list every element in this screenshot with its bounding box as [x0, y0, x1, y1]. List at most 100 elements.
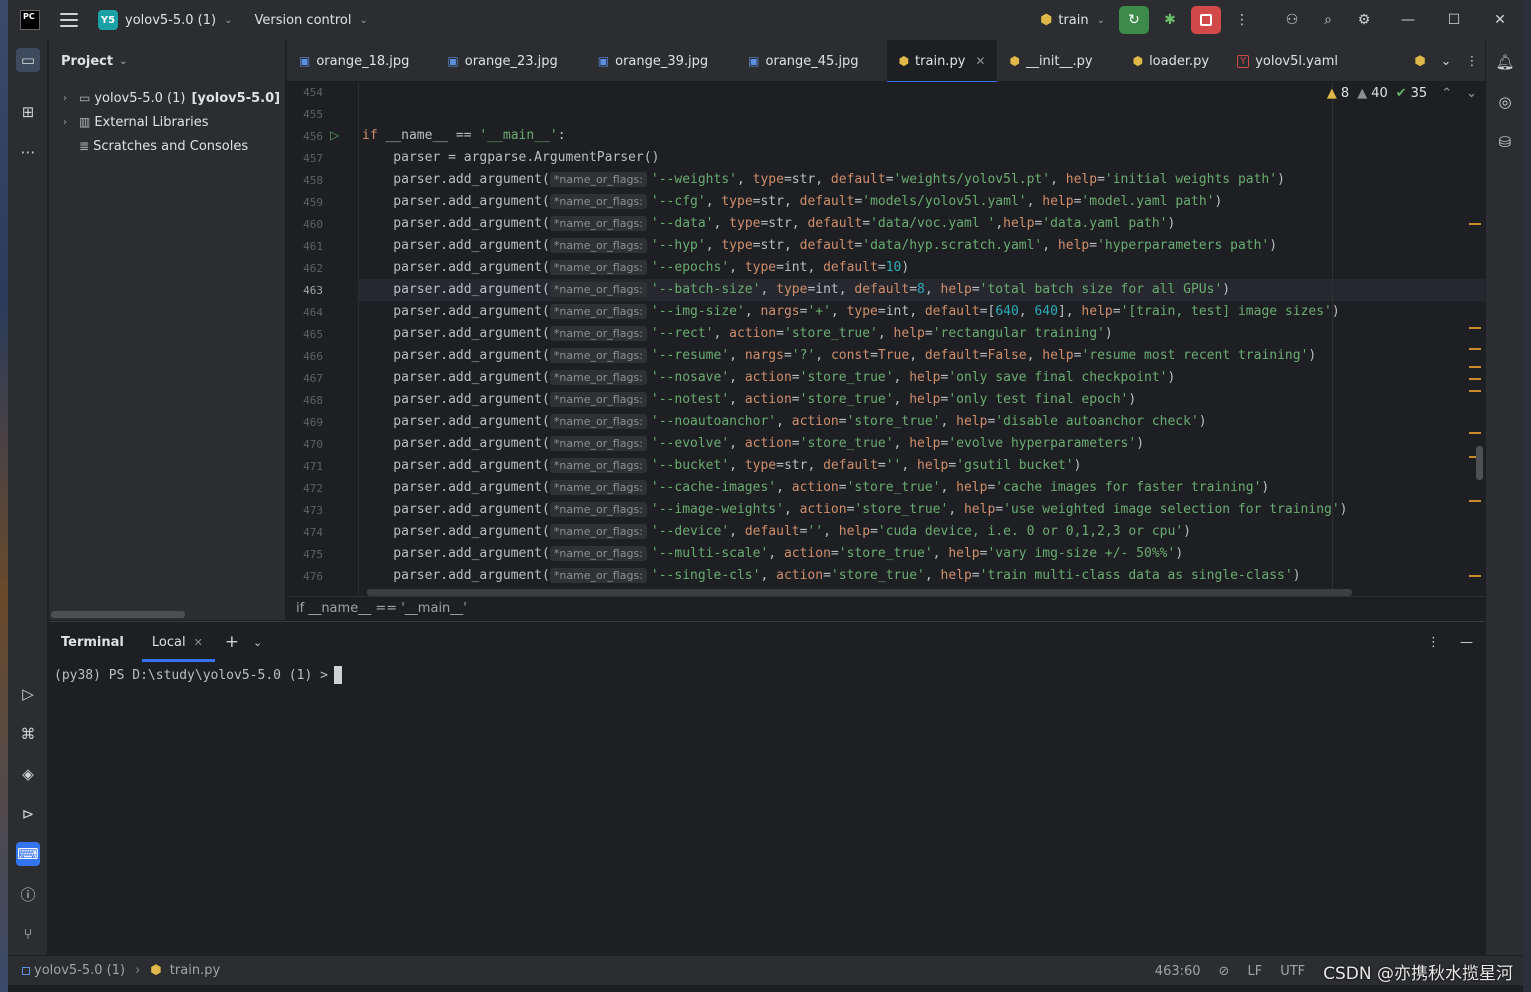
tab-orange-18[interactable]: ▣ orange_18.jpg: [287, 40, 421, 82]
code-line: parser.add_argument(*name_or_flags: '--de…: [362, 524, 1191, 539]
project-panel-title: Project: [61, 53, 114, 69]
tab-yolov5l-yaml[interactable]: Yyolov5l.yaml: [1225, 40, 1350, 82]
notifications-bell-icon[interactable]: 🔔︎: [1493, 50, 1517, 74]
chevron-down-icon[interactable]: ⌄: [224, 15, 232, 26]
line-number: 472: [303, 482, 323, 495]
close-tab-icon[interactable]: ✕: [975, 54, 985, 68]
status-file[interactable]: ⬢ train.py: [150, 963, 220, 978]
chevron-right-icon[interactable]: ›: [63, 117, 79, 128]
status-project[interactable]: yolov5-5.0 (1): [22, 963, 125, 978]
more-tabs-icon[interactable]: ⋮: [1459, 54, 1485, 69]
chevron-up-icon[interactable]: ⌃: [1441, 86, 1452, 101]
more-tools-icon[interactable]: ⋯: [16, 140, 40, 164]
line-number: 459: [303, 196, 323, 209]
code-line: parser = argparse.ArgumentParser(): [362, 150, 660, 165]
tab-train-py[interactable]: ⬢ train.py ✕: [886, 40, 998, 83]
project-horizontal-scrollbar[interactable]: [51, 611, 185, 618]
line-number: 454: [303, 86, 323, 99]
terminal-tab-local[interactable]: Local ✕: [141, 622, 215, 662]
editor-horizontal-scrollbar[interactable]: [367, 589, 1352, 596]
python-file-icon: ⬢: [150, 963, 162, 978]
run-configuration-selector[interactable]: ⬢ train ⌄: [1040, 12, 1105, 28]
line-number: 458: [303, 174, 323, 187]
tree-item-scratches[interactable]: ≣ Scratches and Consoles: [63, 135, 248, 157]
maximize-button[interactable]: ☐: [1431, 0, 1477, 40]
version-control-menu[interactable]: Version control: [254, 13, 351, 28]
code-line: parser.add_argument(*name_or_flags: '--da…: [362, 216, 1176, 231]
terminal-prompt-line[interactable]: (py38) PS D:\study\yolov5-5.0 (1) >: [54, 666, 1485, 684]
tab-orange-39[interactable]: ▣ orange_39.jpg: [586, 40, 720, 82]
no-eye-icon[interactable]: ⊘: [1219, 964, 1230, 979]
terminal-icon[interactable]: ⌨: [16, 842, 40, 866]
database-icon[interactable]: ⛁: [1493, 130, 1517, 154]
project-panel-header[interactable]: Project ⌄: [49, 40, 285, 82]
structure-icon[interactable]: ⊞: [16, 100, 40, 124]
chevron-down-icon[interactable]: ⌄: [1433, 54, 1459, 69]
project-icon: [22, 966, 30, 975]
close-window-button[interactable]: ✕: [1477, 0, 1523, 40]
image-file-icon: ▣: [299, 54, 311, 68]
typo-check-icon: ✔: [1395, 86, 1407, 101]
rerun-button[interactable]: ↻: [1119, 6, 1149, 34]
ai-assistant-icon[interactable]: ◎: [1493, 90, 1517, 114]
line-number: 457: [303, 152, 323, 165]
main-menu-icon[interactable]: [60, 13, 78, 27]
tab-orange-45[interactable]: ▣ orange_45.jpg: [736, 40, 870, 82]
tree-item-external-libraries[interactable]: › ▥ External Libraries: [63, 111, 209, 133]
chevron-down-icon: ⌄: [119, 55, 128, 67]
tab-init-py[interactable]: ⬢ __init__.py: [997, 40, 1104, 82]
tree-item-project-root[interactable]: › ▭ yolov5-5.0 (1) [yolov5-5.0]: [63, 87, 280, 109]
project-selector[interactable]: yolov5-5.0 (1): [125, 13, 216, 28]
services-icon[interactable]: ⊳: [16, 802, 40, 826]
right-tool-strip: 🔔︎ ◎ ⛁: [1485, 40, 1523, 955]
file-encoding[interactable]: UTF: [1280, 964, 1305, 979]
code-line: parser.add_argument(*name_or_flags: '--si…: [362, 568, 1301, 583]
minimize-button[interactable]: —: [1385, 0, 1431, 40]
chevron-right-icon: ›: [135, 963, 141, 978]
run-gutter-icon[interactable]: ▷: [330, 128, 339, 142]
run-configuration-label: train: [1058, 12, 1089, 28]
gear-icon[interactable]: ⚙: [1349, 6, 1379, 34]
tab-loader-py[interactable]: ⬢ loader.py: [1121, 40, 1222, 82]
more-actions-icon[interactable]: ⋮: [1227, 6, 1257, 34]
add-user-icon[interactable]: ⚇: [1277, 6, 1307, 34]
new-terminal-plus-icon[interactable]: +: [225, 632, 239, 652]
project-folder-icon[interactable]: ▭: [16, 48, 40, 72]
line-number: 474: [303, 526, 323, 539]
inspections-widget[interactable]: ▲ 8 ▲ 40 ✔ 35 ⌃ ⌄: [1327, 86, 1477, 101]
layers-icon[interactable]: ◈: [16, 762, 40, 786]
problems-icon[interactable]: ⓘ: [16, 882, 40, 906]
run-icon[interactable]: ▷: [16, 682, 40, 706]
stop-button[interactable]: [1191, 6, 1221, 34]
code-editor[interactable]: 454 455 456 457 458 459 460 461 462 463 464 465 466 4…: [287, 82, 1485, 596]
chevron-down-icon[interactable]: ⌄: [253, 636, 262, 649]
code-line: if __name__ == '__main__':: [362, 128, 566, 143]
search-icon[interactable]: ⌕: [1313, 6, 1343, 34]
close-tab-icon[interactable]: ✕: [194, 636, 203, 649]
chevron-right-icon[interactable]: ›: [63, 93, 79, 104]
line-number: 475: [303, 548, 323, 561]
python-console-icon[interactable]: ⌘: [16, 722, 40, 746]
code-line: parser.add_argument(*name_or_flags: '--mu…: [362, 546, 1184, 561]
project-badge[interactable]: Y5: [98, 10, 118, 30]
hide-panel-icon[interactable]: —: [1460, 635, 1473, 650]
debug-bug-icon[interactable]: ✱: [1155, 6, 1185, 34]
chevron-down-icon[interactable]: ⌄: [359, 15, 367, 26]
code-line: parser.add_argument(*name_or_flags: '--hy…: [362, 238, 1278, 253]
code-line: parser.add_argument(*name_or_flags: '--ca…: [362, 480, 1270, 495]
line-number: 476: [303, 570, 323, 583]
error-stripe[interactable]: [1467, 82, 1485, 596]
line-separator[interactable]: LF: [1247, 964, 1262, 979]
git-branch-icon[interactable]: ⑂: [16, 922, 40, 946]
code-line: parser.add_argument(*name_or_flags: '--re…: [362, 326, 1113, 341]
tab-orange-23[interactable]: ▣ orange_23.jpg: [435, 40, 569, 82]
library-icon: ▥: [79, 115, 91, 129]
terminal-options-icon[interactable]: ⋮: [1427, 635, 1440, 650]
code-breadcrumb[interactable]: if __name__ == '__main__': [287, 596, 1485, 620]
code-line: parser.add_argument(*name_or_flags: '--we…: [362, 172, 1285, 187]
desktop-background-right: [1523, 0, 1531, 992]
status-bar: yolov5-5.0 (1) › ⬢ train.py 463:60 ⊘ LF …: [8, 955, 1523, 985]
editor-vertical-scrollbar[interactable]: [1476, 446, 1483, 480]
python-file-icon[interactable]: ⬢: [1407, 54, 1433, 69]
caret-position[interactable]: 463:60: [1155, 964, 1201, 979]
